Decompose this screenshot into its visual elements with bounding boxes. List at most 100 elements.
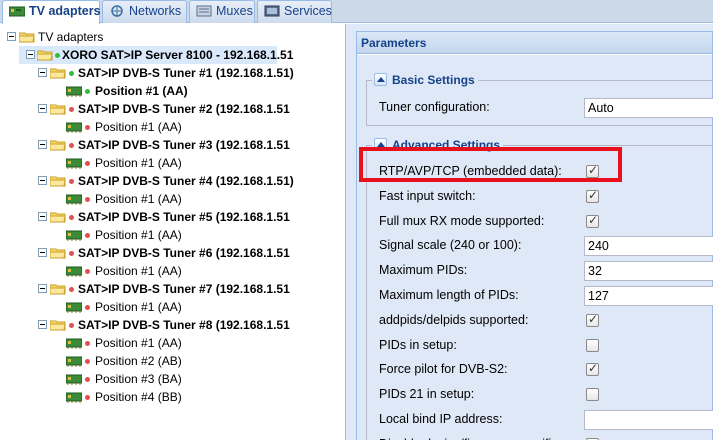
tuner-label: SAT>IP DVB-S Tuner #4 (192.168.1.51) bbox=[78, 174, 294, 188]
tree-position[interactable]: Position #3 (BA) bbox=[66, 370, 196, 388]
setting-input[interactable]: 240 bbox=[584, 236, 713, 257]
tab-services[interactable]: Services bbox=[257, 0, 332, 23]
setting-checkbox[interactable] bbox=[586, 188, 599, 203]
collapse-toggle-icon[interactable] bbox=[38, 248, 47, 257]
status-dot bbox=[85, 377, 90, 382]
tree-tuner[interactable]: SAT>IP DVB-S Tuner #4 (192.168.1.51) bbox=[38, 172, 294, 190]
tree-position[interactable]: Position #1 (AA) bbox=[66, 82, 196, 100]
setting-input[interactable] bbox=[584, 410, 713, 430]
setting-checkbox[interactable] bbox=[586, 338, 599, 352]
tree-position[interactable]: Position #1 (AA) bbox=[66, 334, 196, 352]
advanced-field-row: Maximum length of PIDs: 127 bbox=[367, 284, 713, 308]
position-label: Position #3 (BA) bbox=[95, 372, 182, 386]
tuner-card-icon bbox=[66, 158, 82, 169]
collapse-toggle-icon[interactable] bbox=[38, 212, 47, 221]
collapse-toggle-icon[interactable] bbox=[38, 176, 47, 185]
tuner-config-select[interactable]: Auto bbox=[584, 98, 713, 118]
splitter[interactable] bbox=[345, 24, 353, 440]
setting-checkbox[interactable] bbox=[586, 388, 599, 402]
status-dot bbox=[85, 305, 90, 310]
tree-tuner[interactable]: SAT>IP DVB-S Tuner #3 (192.168.1.51 bbox=[38, 136, 290, 154]
tuner-card-icon bbox=[66, 194, 82, 205]
mux-icon bbox=[196, 5, 212, 17]
tab-networks[interactable]: Networks bbox=[102, 0, 187, 23]
tree-tuner[interactable]: SAT>IP DVB-S Tuner #5 (192.168.1.51 bbox=[38, 208, 290, 226]
collapse-toggle-icon[interactable] bbox=[38, 68, 47, 77]
status-dot bbox=[85, 233, 90, 238]
position-label: Position #1 (AA) bbox=[95, 156, 182, 170]
tab-label: Networks bbox=[129, 4, 182, 18]
tree-position[interactable]: Position #1 (AA) bbox=[66, 154, 196, 172]
status-dot bbox=[55, 53, 60, 58]
collapse-toggle-icon[interactable] bbox=[38, 140, 47, 149]
tuner-card-icon bbox=[66, 302, 82, 313]
tree-tuner[interactable]: SAT>IP DVB-S Tuner #1 (192.168.1.51) bbox=[38, 64, 294, 82]
tree-position[interactable]: Position #1 (AA) bbox=[66, 262, 196, 280]
folder-open-icon bbox=[37, 50, 53, 61]
tree-server[interactable]: XORO SAT>IP Server 8100 - 192.168.1.51 bbox=[19, 46, 293, 64]
advanced-field-row: Signal scale (240 or 100): 240 bbox=[367, 234, 713, 258]
setting-label: addpids/delpids supported: bbox=[379, 312, 529, 327]
setting-checkbox[interactable] bbox=[586, 213, 599, 228]
basic-settings-fieldset: Basic Settings Tuner configuration: Auto bbox=[366, 72, 713, 126]
status-dot bbox=[69, 215, 74, 220]
advanced-field-row: PIDs 21 in setup: bbox=[367, 383, 713, 407]
collapse-toggle-icon[interactable] bbox=[38, 284, 47, 293]
collapse-toggle-icon[interactable] bbox=[7, 32, 16, 41]
collapse-toggle-icon[interactable] bbox=[38, 320, 47, 329]
setting-label: PIDs 21 in setup: bbox=[379, 387, 475, 402]
advanced-settings-fieldset: Advanced Settings RTP/AVP/TCP (embedded … bbox=[366, 137, 713, 440]
collapse-toggle-icon[interactable] bbox=[26, 50, 35, 59]
tuner-card-icon bbox=[66, 266, 82, 277]
setting-checkbox[interactable] bbox=[586, 312, 599, 327]
status-dot bbox=[85, 125, 90, 130]
tuner-card-icon bbox=[66, 338, 82, 349]
tv-adapter-icon bbox=[9, 6, 25, 17]
tree-root[interactable]: TV adapters bbox=[0, 28, 300, 46]
status-dot bbox=[69, 143, 74, 148]
folder-open-icon bbox=[50, 140, 66, 151]
tab-tv-adapters[interactable]: TV adapters bbox=[2, 0, 101, 24]
tree-tuner[interactable]: SAT>IP DVB-S Tuner #2 (192.168.1.51 bbox=[38, 100, 290, 118]
setting-label: Fast input switch: bbox=[379, 188, 476, 203]
tree-position[interactable]: Position #1 (AA) bbox=[66, 226, 196, 244]
collapse-toggle-icon[interactable] bbox=[38, 104, 47, 113]
folder-open-icon bbox=[19, 32, 35, 43]
position-label: Position #1 (AA) bbox=[95, 264, 182, 278]
advanced-field-row: Force pilot for DVB-S2: bbox=[367, 358, 713, 382]
status-dot bbox=[85, 341, 90, 346]
tree-position[interactable]: Position #4 (BB) bbox=[66, 388, 196, 406]
tuner-card-icon bbox=[66, 356, 82, 367]
status-dot bbox=[69, 71, 74, 76]
tree-tuner[interactable]: SAT>IP DVB-S Tuner #8 (192.168.1.51 bbox=[38, 316, 290, 334]
setting-checkbox[interactable] bbox=[586, 361, 599, 377]
tree-tuner[interactable]: SAT>IP DVB-S Tuner #7 (192.168.1.51 bbox=[38, 280, 290, 298]
server-label: XORO SAT>IP Server 8100 - 192.168.1.51 bbox=[62, 48, 294, 62]
position-label: Position #1 (AA) bbox=[95, 336, 182, 350]
tuner-label: SAT>IP DVB-S Tuner #3 (192.168.1.51 bbox=[78, 138, 290, 152]
tree-tuner[interactable]: SAT>IP DVB-S Tuner #6 (192.168.1.51 bbox=[38, 244, 290, 262]
tree-position[interactable]: Position #1 (AA) bbox=[66, 298, 196, 316]
tree-position[interactable]: Position #1 (AA) bbox=[66, 118, 196, 136]
folder-open-icon bbox=[50, 176, 66, 187]
advanced-field-row: Disable device/firmware-specific bbox=[367, 433, 713, 440]
tree-position[interactable]: Position #2 (AB) bbox=[66, 352, 196, 370]
tab-muxes[interactable]: Muxes bbox=[189, 0, 255, 23]
setting-input[interactable]: 127 bbox=[584, 286, 713, 306]
tab-label: Muxes bbox=[216, 4, 253, 18]
tree-position[interactable]: Position #1 (AA) bbox=[66, 190, 196, 208]
tuner-label: SAT>IP DVB-S Tuner #2 (192.168.1.51 bbox=[78, 102, 290, 116]
setting-label: Full mux RX mode supported: bbox=[379, 213, 545, 228]
setting-label: Maximum length of PIDs: bbox=[379, 288, 519, 302]
basic-settings-legend[interactable]: Basic Settings bbox=[372, 72, 478, 88]
setting-label: Local bind IP address: bbox=[379, 412, 503, 426]
setting-input[interactable]: 32 bbox=[584, 261, 713, 282]
position-label: Position #1 (AA) bbox=[95, 300, 182, 314]
folder-open-icon bbox=[50, 320, 66, 331]
advanced-field-row: Maximum PIDs: 32 bbox=[367, 259, 713, 283]
position-label: Position #1 (AA) bbox=[95, 192, 182, 206]
parameters-panel: Parameters Basic Settings Tuner configur… bbox=[353, 24, 713, 440]
collapse-icon[interactable] bbox=[374, 73, 387, 87]
tuner-config-label: Tuner configuration: bbox=[379, 100, 490, 114]
advanced-field-row: PIDs in setup: bbox=[367, 334, 713, 358]
